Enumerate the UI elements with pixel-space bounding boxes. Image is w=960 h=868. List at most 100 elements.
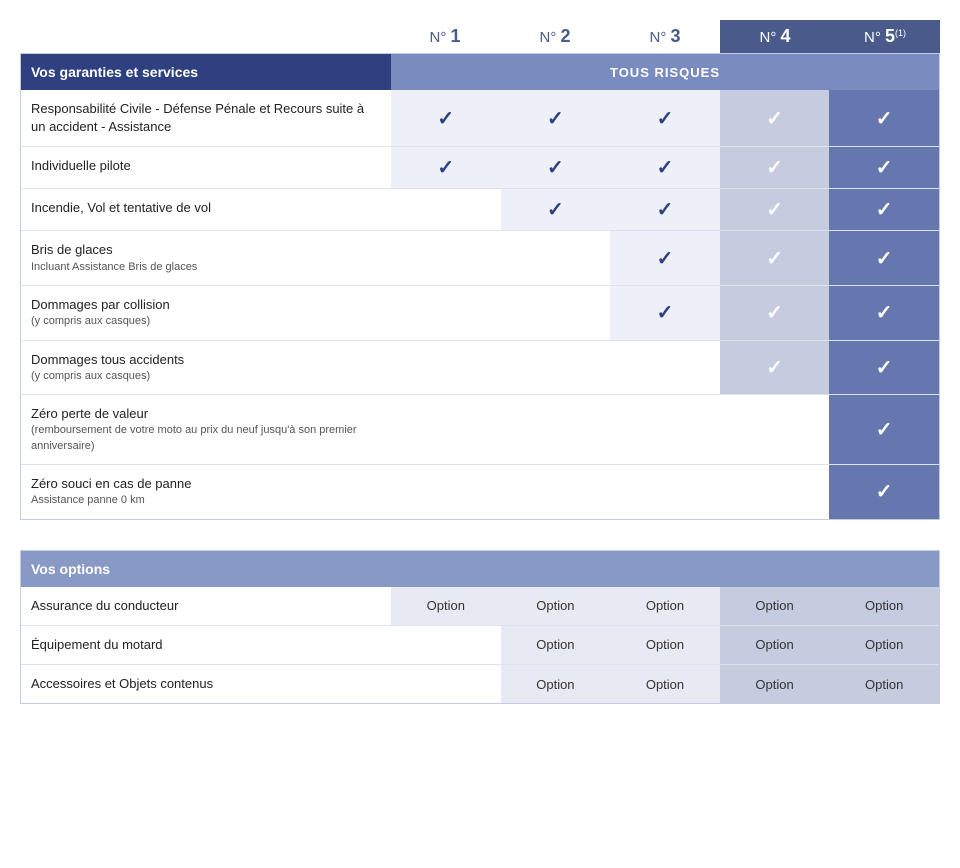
cell-3-4: ✓ <box>720 189 830 230</box>
check-icon: ✓ <box>547 155 564 180</box>
options-table: Vos options Assurance du conducteur Opti… <box>20 550 940 705</box>
row-main-text-1: Responsabilité Civile - Défense Pénale e… <box>31 100 381 136</box>
cell-6-2 <box>501 341 611 395</box>
col-num-5: 5 <box>885 26 895 46</box>
row-sub-text-7: (remboursement de votre moto au prix du … <box>31 423 381 454</box>
check-icon: ✓ <box>876 155 893 180</box>
check-icon: ✓ <box>766 197 783 222</box>
option-cell-2-3: Option <box>610 626 720 664</box>
cell-1-2: ✓ <box>501 90 611 146</box>
col-num-2: 2 <box>560 26 570 46</box>
check-icon: ✓ <box>437 155 454 180</box>
options-section-header: Vos options <box>21 551 939 587</box>
option-cell-1-4: Option <box>720 587 830 625</box>
row-label-5: Dommages par collision (y compris aux ca… <box>21 286 391 340</box>
option-row: Accessoires et Objets contenus Option Op… <box>21 665 939 703</box>
col-num-3: 3 <box>670 26 680 46</box>
check-icon: ✓ <box>766 155 783 180</box>
option-cell-1-5: Option <box>829 587 939 625</box>
check-icon: ✓ <box>657 197 674 222</box>
cell-2-4: ✓ <box>720 147 830 188</box>
check-icon: ✓ <box>876 106 893 131</box>
check-icon: ✓ <box>766 106 783 131</box>
cell-6-4: ✓ <box>720 341 830 395</box>
cell-7-1 <box>391 395 501 464</box>
row-sub-text-4: Incluant Assistance Bris de glaces <box>31 260 381 275</box>
column-headers: N° 1 N° 2 N° 3 N° 4 N° 5(1) <box>20 20 940 53</box>
col-header-1: N° 1 <box>390 20 500 53</box>
row-label-8: Zéro souci en cas de panne Assistance pa… <box>21 465 391 519</box>
guarantees-title: Vos garanties et services <box>21 54 391 90</box>
cell-7-3 <box>610 395 720 464</box>
cell-5-3: ✓ <box>610 286 720 340</box>
row-label-6: Dommages tous accidents (y compris aux c… <box>21 341 391 395</box>
row-sub-text-8: Assistance panne 0 km <box>31 493 381 508</box>
check-icon: ✓ <box>437 106 454 131</box>
cell-5-4: ✓ <box>720 286 830 340</box>
table-row: Zéro souci en cas de panne Assistance pa… <box>21 465 939 519</box>
option-cell-2-2: Option <box>501 626 611 664</box>
cell-8-3 <box>610 465 720 519</box>
option-cell-1-2: Option <box>501 587 611 625</box>
check-icon: ✓ <box>876 355 893 380</box>
check-icon: ✓ <box>876 479 893 504</box>
cell-4-2 <box>501 231 611 285</box>
col-sup-5: (1) <box>895 28 906 38</box>
cell-3-2: ✓ <box>501 189 611 230</box>
row-label-3: Incendie, Vol et tentative de vol <box>21 189 391 230</box>
cell-2-1: ✓ <box>391 147 501 188</box>
col-header-3: N° 3 <box>610 20 720 53</box>
option-label-1: Assurance du conducteur <box>21 587 391 625</box>
option-cell-2-4: Option <box>720 626 830 664</box>
option-cell-3-3: Option <box>610 665 720 703</box>
cell-7-4 <box>720 395 830 464</box>
options-header-right <box>391 551 939 587</box>
row-sub-text-5: (y compris aux casques) <box>31 314 381 329</box>
cell-4-4: ✓ <box>720 231 830 285</box>
option-cell-3-1 <box>391 665 501 703</box>
col-header-5: N° 5(1) <box>830 20 940 53</box>
check-icon: ✓ <box>547 197 564 222</box>
guarantees-table: Vos garanties et services TOUS RISQUES R… <box>20 53 940 520</box>
check-icon: ✓ <box>657 300 674 325</box>
row-main-text-7: Zéro perte de valeur <box>31 405 381 423</box>
table-row: Incendie, Vol et tentative de vol ✓ ✓ ✓ … <box>21 189 939 231</box>
row-label-7: Zéro perte de valeur (remboursement de v… <box>21 395 391 464</box>
row-main-text-3: Incendie, Vol et tentative de vol <box>31 199 381 217</box>
cell-5-1 <box>391 286 501 340</box>
guarantees-section-header: Vos garanties et services TOUS RISQUES <box>21 54 939 90</box>
option-row: Équipement du motard Option Option Optio… <box>21 626 939 665</box>
option-label-2: Équipement du motard <box>21 626 391 664</box>
table-row: Dommages tous accidents (y compris aux c… <box>21 341 939 396</box>
cell-8-2 <box>501 465 611 519</box>
table-row: Bris de glaces Incluant Assistance Bris … <box>21 231 939 286</box>
cell-5-5: ✓ <box>829 286 939 340</box>
row-label-1: Responsabilité Civile - Défense Pénale e… <box>21 90 391 146</box>
option-row: Assurance du conducteur Option Option Op… <box>21 587 939 626</box>
row-main-text-4: Bris de glaces <box>31 241 381 259</box>
cell-1-3: ✓ <box>610 90 720 146</box>
option-cell-3-2: Option <box>501 665 611 703</box>
check-icon: ✓ <box>766 246 783 271</box>
cell-1-5: ✓ <box>829 90 939 146</box>
row-label-4: Bris de glaces Incluant Assistance Bris … <box>21 231 391 285</box>
option-cell-1-1: Option <box>391 587 501 625</box>
table-row: Zéro perte de valeur (remboursement de v… <box>21 395 939 465</box>
option-label-3: Accessoires et Objets contenus <box>21 665 391 703</box>
check-icon: ✓ <box>876 246 893 271</box>
check-icon: ✓ <box>657 106 674 131</box>
row-main-text-5: Dommages par collision <box>31 296 381 314</box>
cell-1-4: ✓ <box>720 90 830 146</box>
cell-1-1: ✓ <box>391 90 501 146</box>
cell-6-3 <box>610 341 720 395</box>
check-icon: ✓ <box>876 197 893 222</box>
check-icon: ✓ <box>657 246 674 271</box>
cell-8-5: ✓ <box>829 465 939 519</box>
row-main-text-2: Individuelle pilote <box>31 157 381 175</box>
option-cell-1-3: Option <box>610 587 720 625</box>
table-row: Individuelle pilote ✓ ✓ ✓ ✓ ✓ <box>21 147 939 189</box>
col-num-4: 4 <box>780 26 790 46</box>
col-num-1: 1 <box>450 26 460 46</box>
option-cell-2-5: Option <box>829 626 939 664</box>
option-main-text-2: Équipement du motard <box>31 636 381 654</box>
